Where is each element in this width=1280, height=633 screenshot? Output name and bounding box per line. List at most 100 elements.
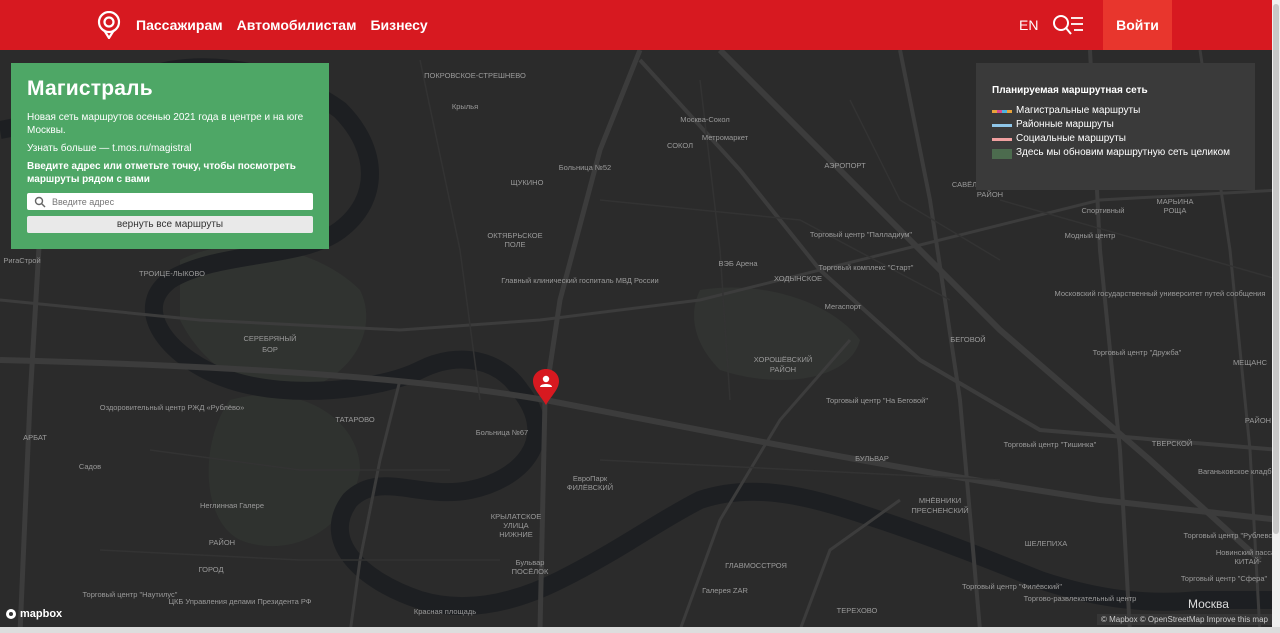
- map-label: АЭРОПОРТ: [824, 161, 866, 170]
- map-label: ШЕЛЕПИХА: [1025, 539, 1068, 548]
- map-label: ФИЛЁВСКИЙ: [567, 483, 613, 492]
- map-label: ЦКБ Управления делами Президента РФ: [169, 597, 312, 606]
- address-search[interactable]: [27, 193, 313, 210]
- map-label: РАЙОН: [977, 190, 1003, 199]
- update-area-swatch: [992, 149, 1012, 159]
- map-label: ЕвроПарк: [573, 474, 608, 483]
- map-label: Больница №67: [476, 428, 528, 437]
- city-label: Москва: [1188, 597, 1229, 611]
- map-label: БУЛЬВАР: [855, 454, 889, 463]
- district-routes-swatch: [992, 124, 1012, 127]
- address-input[interactable]: [50, 195, 304, 208]
- legend-item-district: Районные маршруты: [992, 119, 1239, 133]
- map-label: Торговый центр "Тишинка": [1004, 440, 1097, 449]
- map-label: МАРЬИНА: [1157, 197, 1194, 206]
- search-menu-icon[interactable]: [1052, 14, 1084, 36]
- map-label: Ваганьковское кладбище: [1198, 467, 1280, 476]
- map-label: Оздоровительный центр РЖД «Рублёво»: [100, 403, 245, 412]
- nav-passengers[interactable]: Пассажирам: [136, 17, 223, 33]
- map-label: ХОДЫНСКОЕ: [774, 274, 822, 283]
- map-label: ТВЕРСКОЙ: [1152, 439, 1192, 448]
- map-label: ТЕРЕХОВО: [837, 606, 878, 615]
- map-label: ТРОИЦЕ-ЛЫКОВО: [139, 269, 205, 278]
- map-label: ГОРОД: [198, 565, 223, 574]
- map-label: КРЫЛАТСКОЕ: [491, 512, 541, 521]
- legend-label: Здесь мы обновим маршрутную сеть целиком: [1016, 147, 1231, 158]
- panel-title: Магистраль: [27, 77, 153, 100]
- map-label: Неглинная Галере: [200, 501, 264, 510]
- search-icon: [34, 196, 46, 207]
- legend-label: Магистральные маршруты: [1016, 105, 1141, 116]
- main-routes-swatch-icon: [992, 110, 1012, 113]
- map-label: ГЛАВМОССТРОЯ: [725, 561, 787, 570]
- map-label: Московский государственный университет п…: [1055, 289, 1266, 298]
- map-label: АРБАТ: [23, 433, 47, 442]
- map-label: ПОЛЕ: [504, 240, 525, 249]
- map-label: Главный клинический госпиталь МВД России: [501, 276, 658, 285]
- map-label: ПОСЁЛОК: [512, 567, 549, 576]
- mapbox-label: mapbox: [20, 608, 63, 620]
- map-label: МНЁВНИКИ: [919, 496, 961, 505]
- map-label: УЛИЦА: [503, 521, 528, 530]
- map-label: Больница №52: [559, 163, 611, 172]
- legend-item-main: Магистральные маршруты: [992, 105, 1239, 119]
- map-label: Бульвар: [516, 558, 545, 567]
- map-label: Галерея ZAR: [702, 586, 748, 595]
- map-label: СОКОЛ: [667, 141, 693, 150]
- map-label: ПРЕСНЕНСКИЙ: [911, 506, 968, 515]
- map-label: ВЭБ Арена: [718, 259, 758, 268]
- main-nav: Пассажирам Автомобилистам Бизнесу: [136, 0, 428, 50]
- map-label: Модный центр: [1065, 231, 1116, 240]
- map-label: Торговый центр "Наутилус": [83, 590, 178, 599]
- map-label: ХОРОШЁВСКИЙ: [754, 355, 812, 364]
- legend-title: Планируемая маршрутная сеть: [992, 85, 1148, 96]
- map-label: Торговый комплекс "Старт": [819, 263, 914, 272]
- map-label: Спортивный: [1082, 206, 1125, 215]
- login-button[interactable]: Войти: [1103, 0, 1172, 50]
- map-label: Торгово-развлекательный центр: [1024, 594, 1137, 603]
- map-label: Москва-Сокол: [680, 115, 729, 124]
- map-label: БЕГОВОЙ: [950, 335, 985, 344]
- map-label: КИТАЙ-: [1235, 557, 1262, 566]
- logo-icon[interactable]: [95, 11, 123, 39]
- map-label: РАЙОН: [209, 538, 235, 547]
- social-routes-swatch: [992, 138, 1012, 141]
- map-label: Торговый центр "Дружба": [1093, 348, 1182, 357]
- map-label: ЩУКИНО: [511, 178, 544, 187]
- map-label: ПОКРОВСКОЕ-СТРЕШНЕВО: [424, 71, 526, 80]
- scrollbar-thumb[interactable]: [1273, 4, 1279, 534]
- panel-description: Новая сеть маршрутов осенью 2021 года в …: [27, 112, 304, 136]
- map-label: МЕЩАНС: [1233, 358, 1268, 367]
- nav-drivers[interactable]: Автомобилистам: [237, 17, 357, 33]
- legend-label: Районные маршруты: [1016, 119, 1114, 130]
- reset-routes-button[interactable]: вернуть все маршруты: [27, 216, 313, 233]
- mapbox-icon: [6, 609, 16, 619]
- map-label: Красная площадь: [414, 607, 476, 616]
- map-label: РАЙОН: [770, 365, 796, 374]
- map-label: Метромаркет: [702, 133, 749, 142]
- address-prompt: Введите адрес или отметьте точку, чтобы …: [27, 161, 296, 185]
- map-attribution[interactable]: © Mapbox © OpenStreetMap Improve this ma…: [1097, 614, 1272, 625]
- mapbox-logo[interactable]: mapbox: [5, 608, 62, 620]
- location-pin-icon[interactable]: [532, 368, 560, 406]
- learn-more-link[interactable]: Узнать больше — t.mos.ru/magistral: [27, 143, 313, 154]
- language-switch[interactable]: EN: [1019, 17, 1038, 33]
- map-label: СЕРЕБРЯНЫЙ: [243, 334, 296, 343]
- map-label: РОЩА: [1164, 206, 1187, 215]
- map-label: ТАТАРОВО: [335, 415, 375, 424]
- map-label: РАЙОН: [1245, 416, 1271, 425]
- map-label: Садов: [79, 462, 101, 471]
- route-legend: Планируемая маршрутная сеть Магистральны…: [976, 63, 1255, 190]
- os-taskbar: [0, 627, 1280, 633]
- legend-label: Социальные маршруты: [1016, 133, 1126, 144]
- legend-item-area: Здесь мы обновим маршрутную сеть целиком: [992, 147, 1239, 173]
- map-label: Торговый центр "Рублевский": [1184, 531, 1280, 540]
- map-label: Торговый центр "Палладиум": [810, 230, 912, 239]
- magistral-panel: Магистраль Новая сеть маршрутов осенью 2…: [11, 63, 329, 249]
- map-label: Крылья: [452, 102, 478, 111]
- map-label: Новинский пассаж: [1216, 548, 1280, 557]
- map-label: ОКТЯБРЬСКОЕ: [487, 231, 542, 240]
- nav-business[interactable]: Бизнесу: [370, 17, 427, 33]
- map-label: БОР: [262, 345, 278, 354]
- map-label: Мегаспорт: [825, 302, 862, 311]
